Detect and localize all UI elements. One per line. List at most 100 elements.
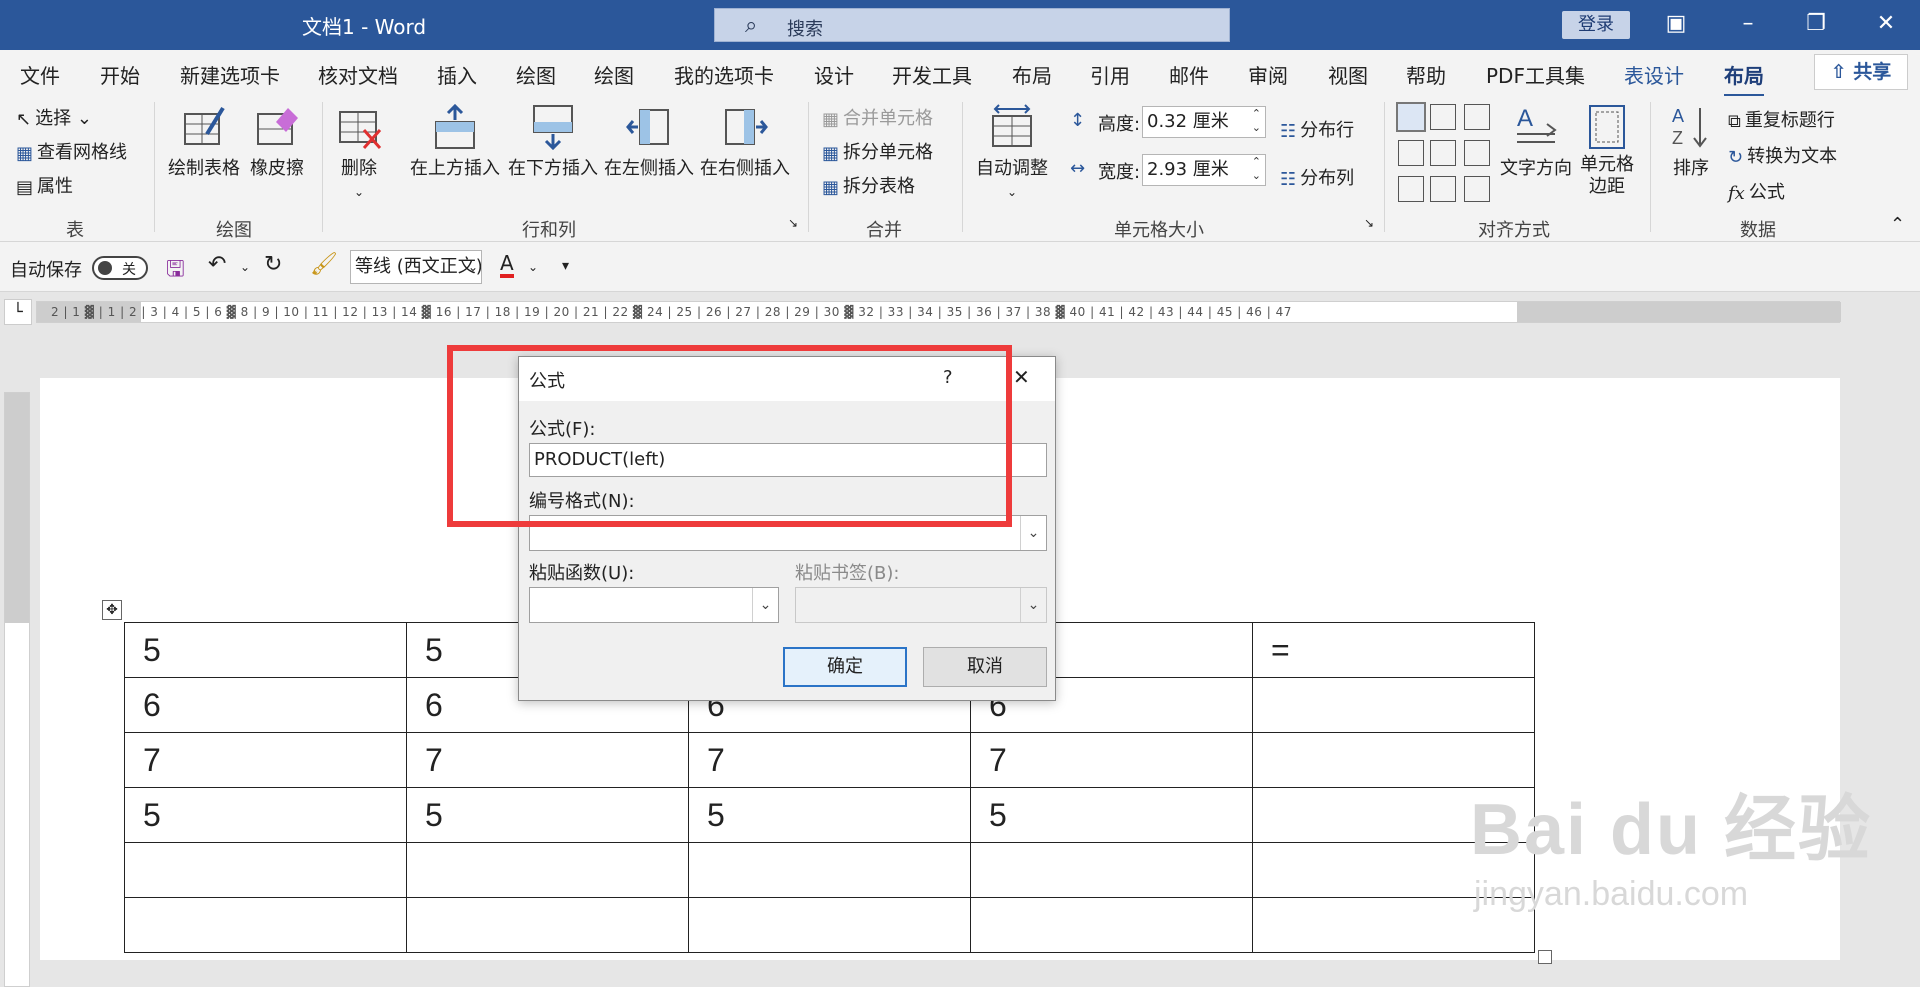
tab-check-doc[interactable]: 核对文档 <box>318 60 398 89</box>
width-input[interactable]: 2.93 厘米 ⌃ ⌄ <box>1142 154 1266 186</box>
align-bottom-center-icon[interactable] <box>1430 176 1456 202</box>
cell-size-launcher-icon[interactable]: ↘ <box>1364 216 1374 230</box>
paste-bookmark-dropdown-icon[interactable]: ⌄ <box>1020 588 1046 622</box>
tab-draw-2[interactable]: 绘图 <box>594 60 634 89</box>
collapse-ribbon-icon[interactable]: ⌃ <box>1890 214 1905 235</box>
paste-bookmark-combo[interactable]: ⌄ <box>795 587 1047 623</box>
select-button[interactable]: ↖ 选择 ⌄ <box>16 104 92 130</box>
split-table-button[interactable]: ▦ 拆分表格 <box>822 172 915 198</box>
table-cell[interactable] <box>1252 677 1535 733</box>
cancel-button[interactable]: 取消 <box>923 647 1047 687</box>
insert-above-button[interactable]: 在上方插入 <box>410 104 500 180</box>
distribute-rows-button[interactable]: ☷ 分布行 <box>1280 116 1354 142</box>
number-format-dropdown-icon[interactable]: ⌄ <box>1020 516 1046 550</box>
share-button[interactable]: ⇧ 共享 <box>1814 54 1908 90</box>
save-icon[interactable]: 🖫 <box>166 252 185 290</box>
align-top-center-icon[interactable] <box>1430 104 1456 130</box>
split-cells-button[interactable]: ▦ 拆分单元格 <box>822 138 933 164</box>
paste-function-dropdown-icon[interactable]: ⌄ <box>752 588 778 622</box>
delete-button[interactable]: 删除 ⌄ <box>336 104 382 201</box>
tab-table-design[interactable]: 表设计 <box>1624 60 1684 89</box>
tab-review[interactable]: 审阅 <box>1248 60 1288 89</box>
format-painter-icon[interactable]: 🖌 <box>310 252 338 277</box>
properties-button[interactable]: ▤ 属性 <box>16 172 73 198</box>
table-cell[interactable] <box>970 897 1253 953</box>
table-cell[interactable]: 5 <box>688 787 971 843</box>
close-window-icon[interactable]: ✕ <box>1866 6 1906 42</box>
align-middle-center-icon[interactable] <box>1430 140 1456 166</box>
align-bottom-right-icon[interactable] <box>1464 176 1490 202</box>
table-move-handle-icon[interactable]: ✥ <box>102 600 122 620</box>
tab-view[interactable]: 视图 <box>1328 60 1368 89</box>
font-color-icon[interactable]: A <box>500 252 514 278</box>
cell-margins-button[interactable]: 单元格 边距 <box>1580 104 1634 198</box>
align-top-right-icon[interactable] <box>1464 104 1490 130</box>
autofit-button[interactable]: 自动调整 ⌄ <box>976 104 1048 201</box>
tab-help[interactable]: 帮助 <box>1406 60 1446 89</box>
font-dropdown-icon[interactable]: ⌄ <box>468 260 478 274</box>
insert-below-button[interactable]: 在下方插入 <box>508 104 598 180</box>
rows-cols-launcher-icon[interactable]: ↘ <box>788 216 798 230</box>
tab-insert[interactable]: 插入 <box>437 60 477 89</box>
table-cell[interactable]: 6 <box>124 677 407 733</box>
table-cell[interactable]: 5 <box>124 622 407 678</box>
insert-left-button[interactable]: 在左侧插入 <box>604 104 694 180</box>
paste-function-combo[interactable]: ⌄ <box>529 587 779 623</box>
table-cell[interactable] <box>688 842 971 898</box>
minimize-icon[interactable]: – <box>1728 6 1768 42</box>
ruler-bar[interactable]: 2 | 1 ▓ | 1 | 2 | 3 | 4 | 5 | 6 ▓ 8 | 9 … <box>36 301 1841 323</box>
table-cell[interactable]: 7 <box>970 732 1253 788</box>
repeat-header-button[interactable]: ⧉ 重复标题行 <box>1728 106 1835 132</box>
ribbon-display-options-icon[interactable]: ▣ <box>1656 6 1696 42</box>
distribute-cols-button[interactable]: ☷ 分布列 <box>1280 164 1354 190</box>
table-resize-handle[interactable] <box>1538 950 1552 964</box>
tab-references[interactable]: 引用 <box>1090 60 1130 89</box>
undo-dropdown-icon[interactable]: ⌄ <box>240 260 250 274</box>
view-gridlines-button[interactable]: ▦ 查看网格线 <box>16 138 127 164</box>
tab-layout[interactable]: 布局 <box>1012 60 1052 89</box>
tab-design[interactable]: 设计 <box>814 60 854 89</box>
tab-new[interactable]: 新建选项卡 <box>180 60 280 89</box>
font-name-select[interactable]: 等线 (西文正文) <box>350 250 482 284</box>
tab-file[interactable]: 文件 <box>20 60 60 89</box>
tab-pdf-tools[interactable]: PDF工具集 <box>1486 60 1585 89</box>
table-cell[interactable] <box>688 897 971 953</box>
dialog-close-icon[interactable]: ✕ <box>1013 365 1030 389</box>
tab-stop-selector-icon[interactable]: └ <box>4 299 32 325</box>
table-cell[interactable]: 5 <box>124 787 407 843</box>
text-direction-button[interactable]: A 文字方向 <box>1500 104 1572 180</box>
table-cell[interactable] <box>970 842 1253 898</box>
search-box[interactable]: ⌕ 搜索 <box>714 8 1230 42</box>
eraser-button[interactable]: 橡皮擦 <box>250 104 304 180</box>
table-cell[interactable] <box>124 842 407 898</box>
tab-mailings[interactable]: 邮件 <box>1169 60 1209 89</box>
restore-icon[interactable]: ❐ <box>1796 6 1836 42</box>
redo-icon[interactable]: ↻ <box>264 252 282 277</box>
insert-right-button[interactable]: 在右侧插入 <box>700 104 790 180</box>
merge-cells-button[interactable]: ▦ 合并单元格 <box>822 104 933 130</box>
tab-developer[interactable]: 开发工具 <box>892 60 972 89</box>
table-cell[interactable]: 7 <box>688 732 971 788</box>
table-cell[interactable]: 7 <box>406 732 689 788</box>
draw-table-button[interactable]: 绘制表格 <box>168 104 240 180</box>
height-spinner-icon[interactable]: ⌃ ⌄ <box>1252 107 1261 135</box>
tab-home[interactable]: 开始 <box>100 60 140 89</box>
align-top-left-icon[interactable] <box>1396 102 1426 132</box>
tab-draw-1[interactable]: 绘图 <box>516 60 556 89</box>
autosave-toggle[interactable]: 关 <box>92 256 148 280</box>
tab-my-tab[interactable]: 我的选项卡 <box>674 60 774 89</box>
height-input[interactable]: 0.32 厘米 ⌃ ⌄ <box>1142 106 1266 138</box>
table-cell[interactable] <box>124 897 407 953</box>
customize-qat-icon[interactable]: ▾ <box>562 258 569 274</box>
login-button[interactable]: 登录 <box>1562 11 1630 39</box>
align-middle-right-icon[interactable] <box>1464 140 1490 166</box>
table-cell[interactable]: 7 <box>124 732 407 788</box>
table-cell[interactable] <box>406 897 689 953</box>
convert-to-text-button[interactable]: ↻ 转换为文本 <box>1728 142 1837 168</box>
tab-table-layout[interactable]: 布局 <box>1724 60 1764 97</box>
table-cell[interactable] <box>406 842 689 898</box>
ok-button[interactable]: 确定 <box>783 647 907 687</box>
table-cell[interactable]: 5 <box>406 787 689 843</box>
width-spinner-icon[interactable]: ⌃ ⌄ <box>1252 155 1261 183</box>
sort-button[interactable]: AZ 排序 <box>1668 104 1714 180</box>
